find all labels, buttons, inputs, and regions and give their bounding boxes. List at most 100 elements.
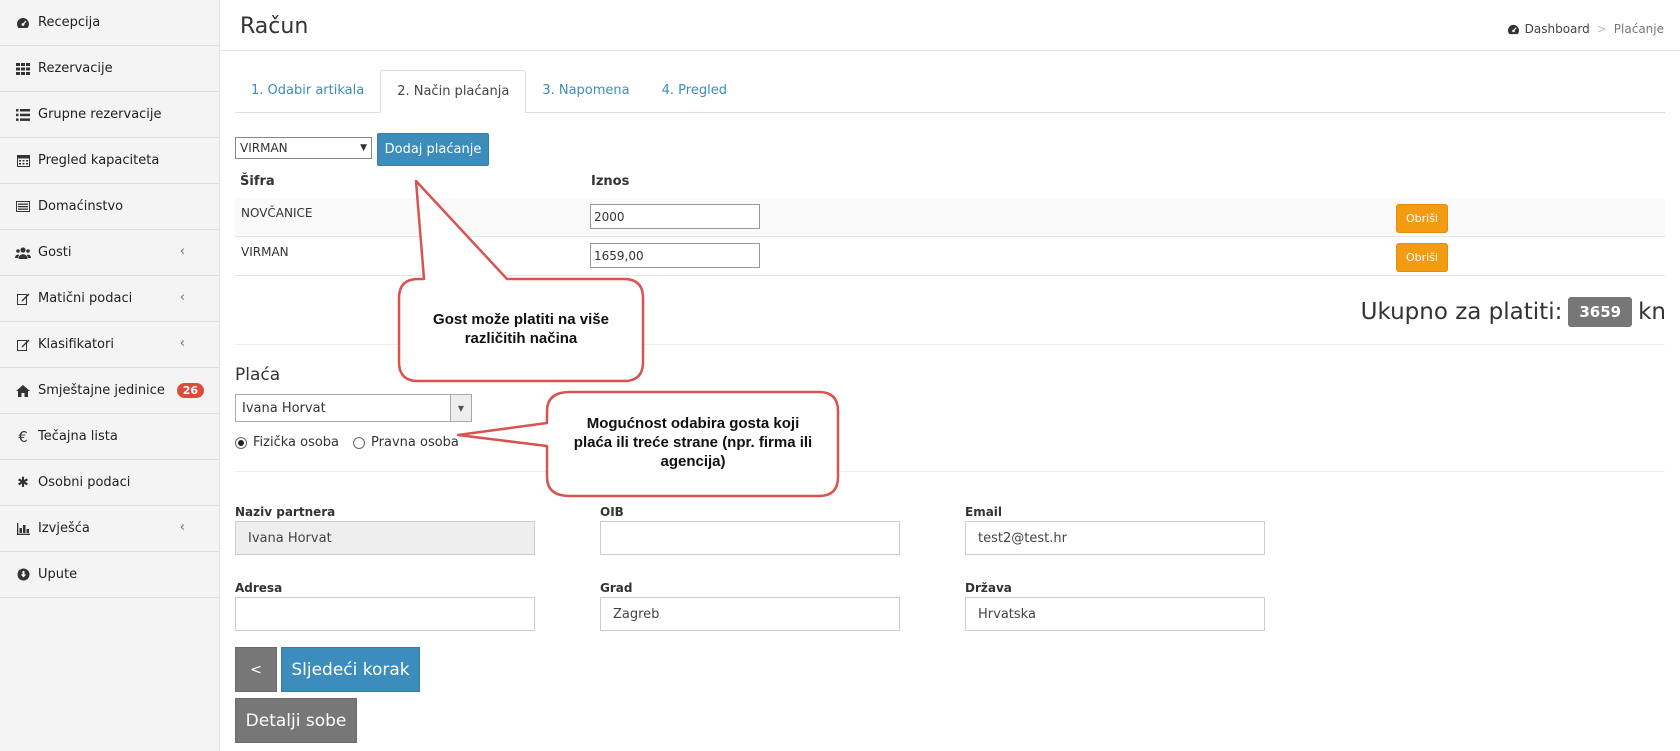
currency-label: kn [1638,299,1666,325]
users-icon [15,246,31,259]
payer-section-title: Plaća [235,365,281,385]
sidebar-item-tecajna-lista[interactable]: € Tečajna lista [0,414,219,460]
tab-pregled[interactable]: 4. Pregled [646,70,743,111]
chevron-left-icon: ‹ [179,290,185,305]
edit-icon [15,292,31,305]
sidebar-item-label: Recepcija [38,15,101,30]
dashboard-icon [1507,24,1520,35]
chevron-down-icon: ▼ [360,143,367,153]
breadcrumb-link-dashboard[interactable]: Dashboard [1525,22,1590,36]
country-field[interactable]: Hrvatska [965,597,1265,631]
next-step-button[interactable]: Sljedeći korak [281,647,420,692]
partner-name-label: Naziv partnera [235,505,336,519]
total-label: Ukupno za platiti: [1360,299,1563,325]
sidebar-item-label: Upute [38,567,78,582]
tab-napomena[interactable]: 3. Napomena [526,70,645,111]
sidebar-item-upute[interactable]: Upute [0,552,219,598]
payer-guest-select[interactable]: Ivana Horvat ▼ [235,394,472,422]
amount-input[interactable]: 1659,00 [590,243,760,268]
sidebar-item-klasifikatori[interactable]: Klasifikatori ‹ [0,322,219,368]
sidebar-item-label: Domaćinstvo [38,199,124,214]
divider [235,471,1665,472]
address-label: Adresa [235,581,283,595]
sidebar-item-rezervacije[interactable]: Rezervacije [0,46,219,92]
sidebar-item-maticni-podaci[interactable]: Matični podaci ‹ [0,276,219,322]
callout-text-payment-methods: Gost može platiti na više različitih nač… [433,311,609,347]
sidebar-item-domacinstvo[interactable]: Domaćinstvo [0,184,219,230]
radio-legal-label: Pravna osoba [371,435,459,450]
radio-physical-person[interactable] [235,436,247,449]
sidebar-item-label: Gosti [38,245,72,260]
breadcrumb: Dashboard > Plaćanje [1507,22,1664,36]
table-row: NOVČANICE 2000 Obriši [235,198,1665,237]
payment-method-value: VIRMAN [240,141,288,155]
partner-name-field[interactable]: Ivana Horvat [235,521,535,555]
chevron-left-icon: ‹ [179,244,185,259]
home-icon [15,384,31,397]
content-header: Račun Dashboard > Plaćanje [220,0,1680,51]
wizard-tabs: 1. Odabir artikala 2. Način plaćanja 3. … [235,70,1665,113]
sidebar-item-label: Smještajne jedinice [38,383,165,398]
sidebar-item-smjestajne-jedinice[interactable]: Smještajne jedinice 26 [0,368,219,414]
delete-button[interactable]: Obriši [1396,204,1448,233]
sidebar-item-label: Grupne rezervacije [38,107,162,122]
delete-button[interactable]: Obriši [1396,243,1448,272]
amount-input[interactable]: 2000 [590,204,760,229]
address-field[interactable] [235,597,535,631]
table-row: VIRMAN 1659,00 Obriši [235,237,1665,276]
payment-code: NOVČANICE [241,206,313,220]
radio-physical-label: Fizička osoba [253,435,340,450]
sidebar-item-recepcija[interactable]: Recepcija [0,0,219,46]
euro-icon: € [18,427,28,446]
payer-type-radios: Fizička osoba Pravna osoba [235,435,459,450]
country-label: Država [965,581,1012,595]
edit-icon [15,338,31,351]
count-badge: 26 [176,383,204,398]
city-label: Grad [600,581,633,595]
back-button[interactable]: < [235,647,277,692]
total-value-badge: 3659 [1568,297,1633,327]
sidebar-item-label: Osobni podaci [38,475,131,490]
sidebar-item-label: Matični podaci [38,291,133,306]
email-field[interactable]: test2@test.hr [965,521,1265,555]
radio-legal-person[interactable] [353,436,366,449]
sidebar-item-osobni-podaci[interactable]: ✱ Osobni podaci [0,460,219,506]
tab-nacin-placanja[interactable]: 2. Način plaćanja [380,70,527,113]
payment-method-select[interactable]: VIRMAN ▼ [235,137,372,159]
room-details-button[interactable]: Detalji sobe [235,698,357,743]
email-label: Email [965,505,1003,519]
sidebar-item-label: Tečajna lista [38,429,118,444]
bar-chart-icon [15,522,31,535]
chevron-left-icon: ‹ [179,336,185,351]
sidebar-item-grupne-rezervacije[interactable]: Grupne rezervacije [0,92,219,138]
card-icon [15,201,31,212]
column-header-code: Šifra [240,174,275,189]
oib-label: OIB [600,505,624,519]
chevron-down-icon: ▼ [450,395,471,421]
sidebar-item-pregled-kapaciteta[interactable]: Pregled kapaciteta [0,138,219,184]
payment-code: VIRMAN [241,245,289,259]
city-field[interactable]: Zagreb [600,597,900,631]
grid-icon [15,62,31,75]
sidebar: Recepcija Rezervacije Grupne rezervacije… [0,0,220,751]
sidebar-item-label: Izvješća [38,521,90,536]
callout-text-payer-choice: Mogućnost odabira gosta koji plaća ili t… [573,415,813,470]
oib-field[interactable] [600,521,900,555]
breadcrumb-current: Plaćanje [1613,22,1664,36]
payments-table-header: Šifra Iznos [235,172,1665,200]
sidebar-item-label: Klasifikatori [38,337,114,352]
breadcrumb-separator: > [1596,22,1607,36]
payer-guest-value: Ivana Horvat [242,400,326,416]
total-to-pay: Ukupno za platiti: 3659 kn [1361,297,1666,327]
sidebar-item-gosti[interactable]: Gosti ‹ [0,230,219,276]
tab-odabir-artikala[interactable]: 1. Odabir artikala [235,70,380,111]
add-payment-button[interactable]: Dodaj plaćanje [377,133,489,166]
list-icon [15,108,31,121]
dashboard-icon [15,17,31,29]
page-title: Račun [240,14,309,39]
sidebar-item-label: Rezervacije [38,61,113,76]
sidebar-item-izvjesca[interactable]: Izvješća ‹ [0,506,219,552]
download-circle-icon [15,568,31,581]
chevron-left-icon: ‹ [179,520,185,535]
calendar-icon [15,154,31,167]
